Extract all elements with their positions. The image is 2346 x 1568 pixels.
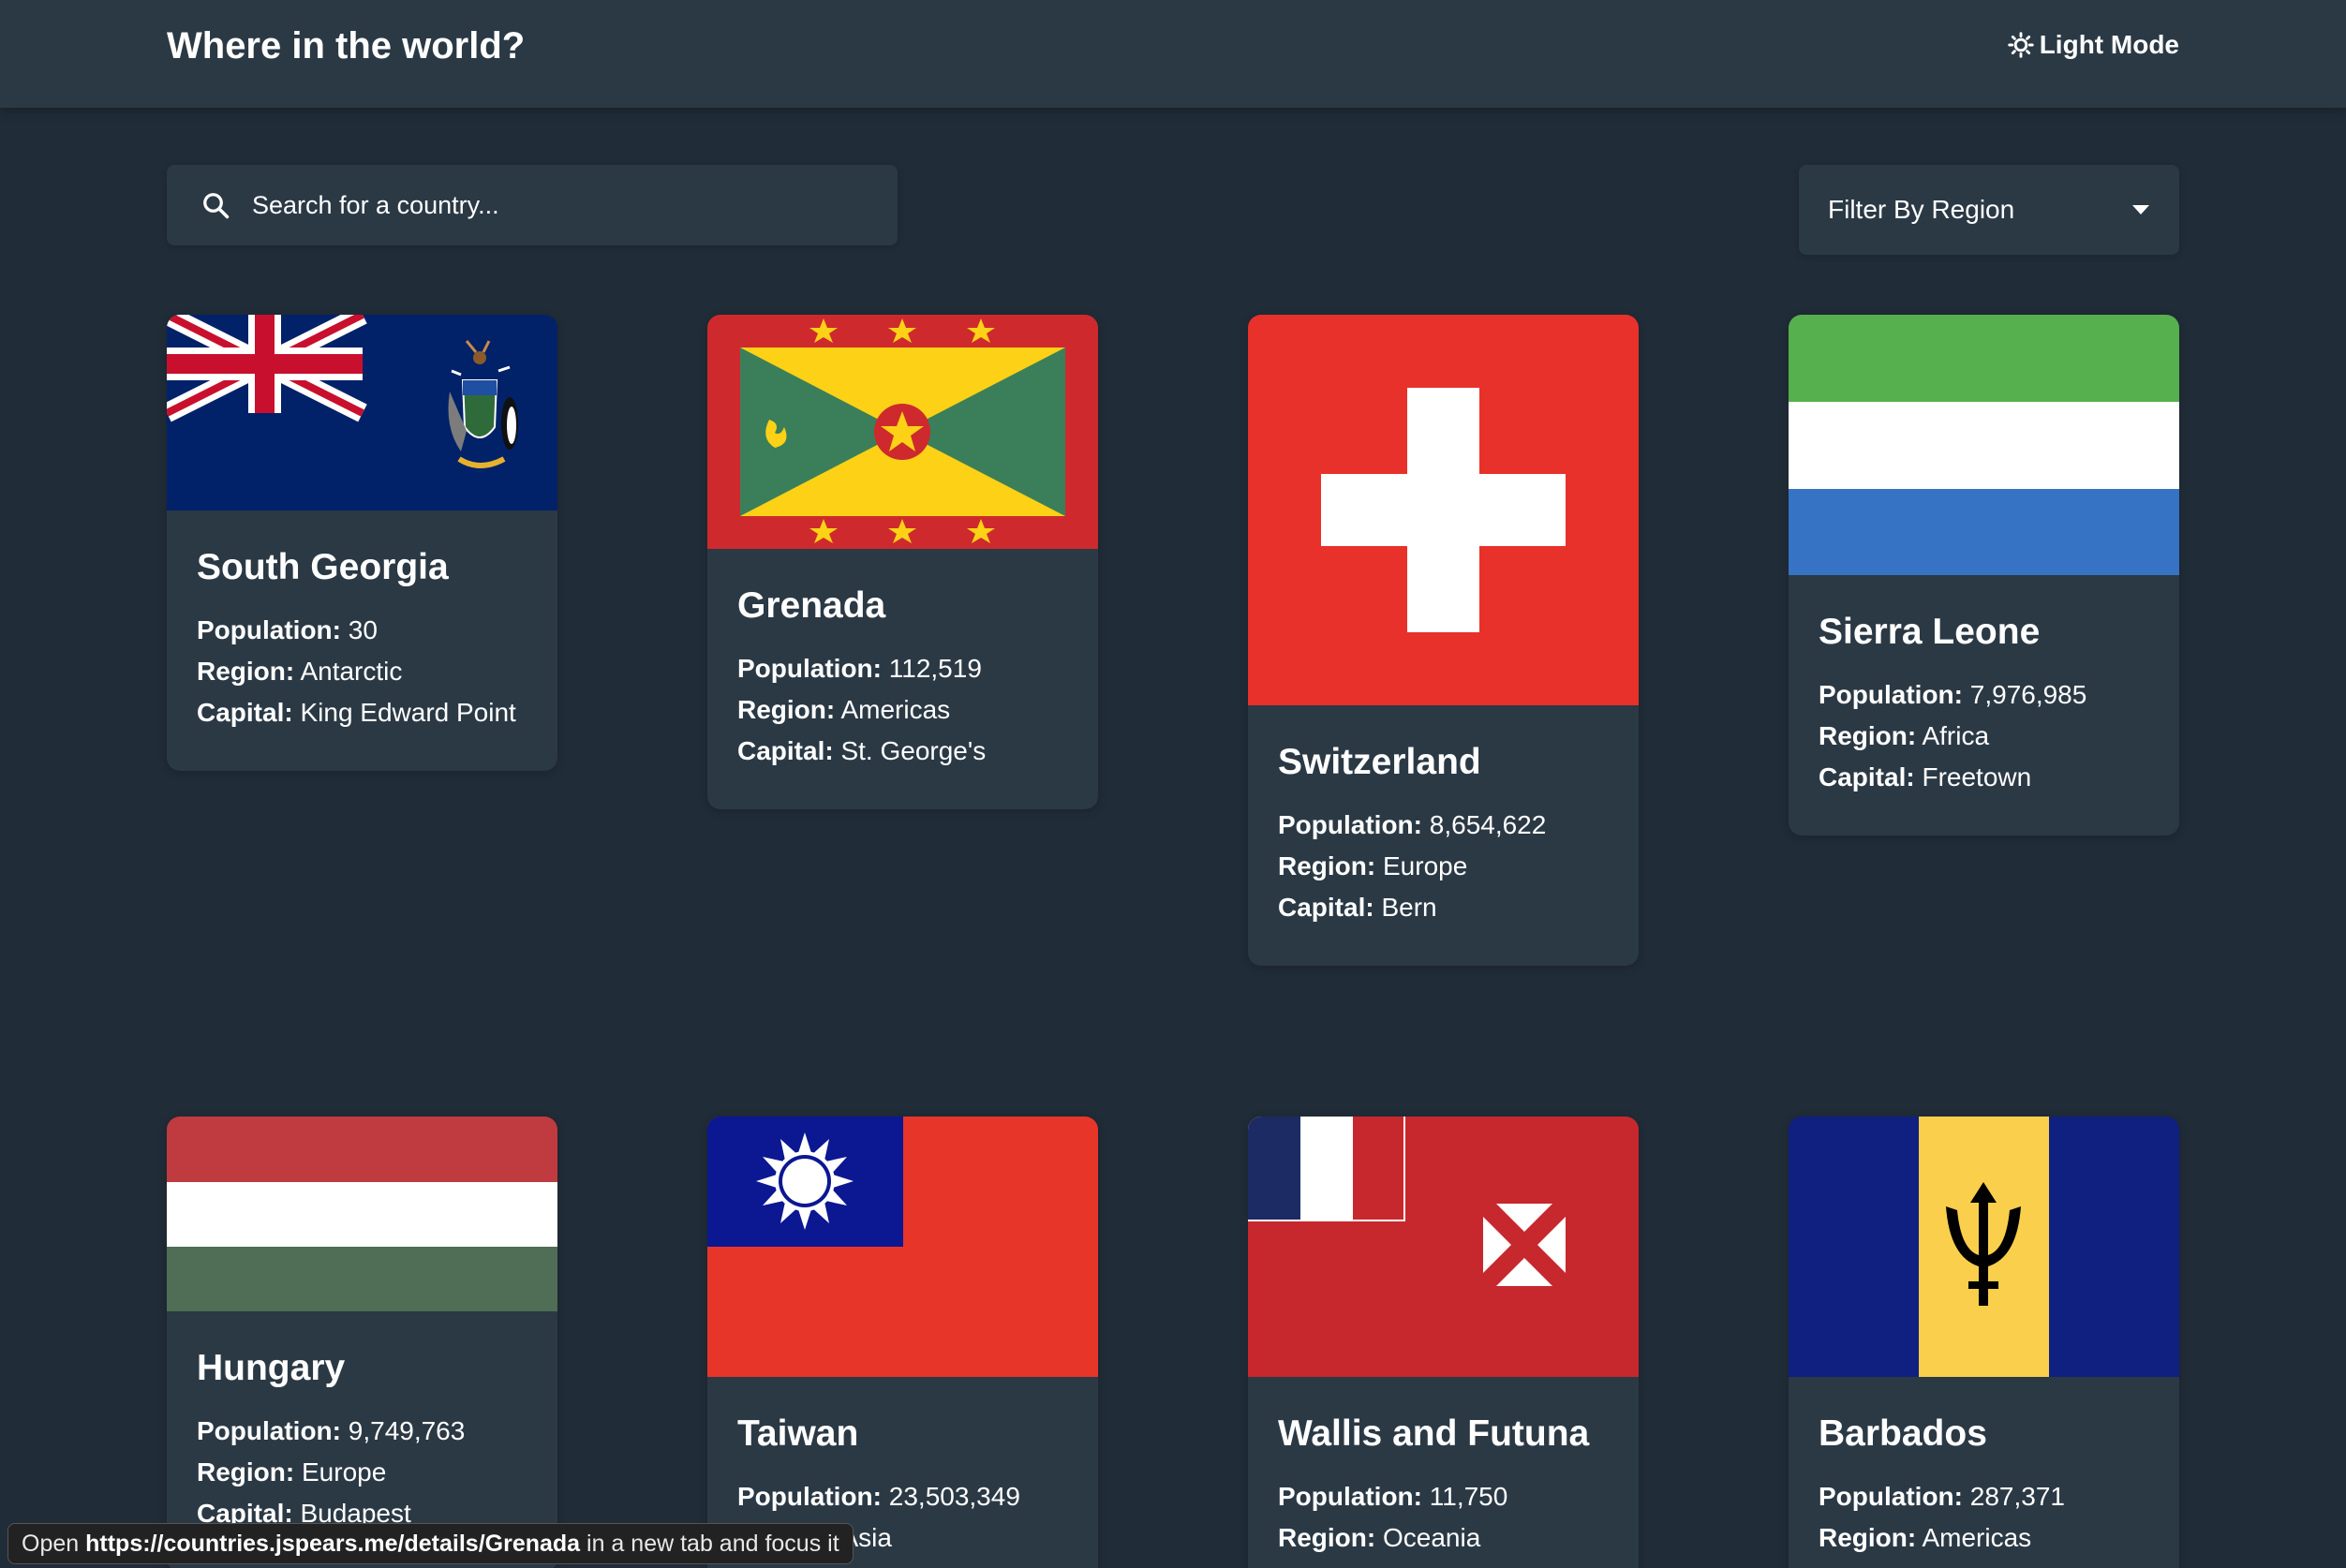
country-card-south-georgia[interactable]: South Georgia Population: 30 Region: Ant… [167, 315, 557, 771]
population-stat: Population: 30 [197, 615, 378, 644]
app-title: Where in the world? [167, 25, 526, 67]
caret-down-icon [2132, 205, 2149, 214]
theme-toggle-label: Light Mode [2039, 30, 2179, 59]
region-stat: Region: Antarctic [197, 657, 403, 686]
flag-taiwan [707, 1117, 1098, 1377]
country-card-hungary[interactable]: Hungary Population: 9,749,763 Region: Eu… [167, 1117, 557, 1568]
capital-stat: Capital: [1819, 1559, 2149, 1568]
country-name: South Georgia [197, 547, 449, 587]
country-name: Wallis and Futuna [1278, 1413, 1590, 1454]
flag-south-georgia [167, 315, 557, 510]
country-card-switzerland[interactable]: Switzerland Population: 8,654,622 Region… [1248, 315, 1639, 966]
theme-toggle-button[interactable]: Light Mode [2007, 28, 2179, 62]
flag-sierra-leone [1789, 315, 2179, 575]
population-stat: Population: 9,749,763 [197, 1416, 466, 1445]
region-stat: Region: Africa [1819, 721, 1990, 750]
search-box[interactable] [167, 165, 898, 245]
country-card-taiwan[interactable]: Taiwan Population: 23,503,349 Region: As… [707, 1117, 1098, 1568]
app-header: Where in the world? Light Mode [0, 0, 2346, 108]
region-filter-dropdown[interactable]: Filter By Region [1799, 165, 2179, 255]
country-name: Sierra Leone [1819, 612, 2041, 652]
flag-hungary [167, 1117, 557, 1311]
country-name: Switzerland [1278, 742, 1481, 782]
flag-grenada [707, 315, 1098, 549]
flag-barbados [1789, 1117, 2179, 1377]
capital-stat: Capital: [1278, 1559, 1609, 1568]
country-card-grenada[interactable]: Grenada Population: 112,519 Region: Amer… [707, 315, 1098, 809]
flag-switzerland [1248, 315, 1639, 705]
region-stat: Region: Americas [1819, 1523, 2032, 1552]
capital-stat: Capital: King Edward Point [197, 698, 516, 727]
region-stat: Region: Europe [197, 1457, 387, 1487]
capital-stat: Capital: Bern [1278, 893, 1437, 922]
population-stat: Population: 23,503,349 [737, 1482, 1020, 1511]
population-stat: Population: 7,976,985 [1819, 680, 2087, 709]
country-name: Hungary [197, 1348, 346, 1388]
country-name: Barbados [1819, 1413, 1987, 1454]
country-name: Grenada [737, 585, 886, 626]
region-stat: Region: Europe [1278, 851, 1468, 880]
sun-icon [2007, 32, 2034, 58]
country-card-barbados[interactable]: Barbados Population: 287,371 Region: Ame… [1789, 1117, 2179, 1568]
country-card-wallis-and-futuna[interactable]: Wallis and Futuna Population: 11,750 Reg… [1248, 1117, 1639, 1568]
search-input[interactable] [252, 190, 852, 220]
status-prefix: Open [22, 1531, 80, 1557]
population-stat: Population: 112,519 [737, 654, 982, 683]
region-stat: Region: Americas [737, 695, 951, 724]
country-name: Taiwan [737, 1413, 859, 1454]
search-icon [203, 193, 230, 219]
region-stat: Region: Oceania [1278, 1523, 1481, 1552]
region-filter-label: Filter By Region [1828, 195, 2015, 224]
population-stat: Population: 8,654,622 [1278, 810, 1547, 839]
capital-stat: Capital: Freetown [1819, 762, 2032, 791]
status-url: https://countries.jspears.me/details/Gre… [85, 1531, 581, 1557]
flag-wallis-and-futuna [1248, 1117, 1639, 1377]
population-stat: Population: 287,371 [1819, 1482, 2065, 1511]
capital-stat: Capital: St. George's [737, 736, 987, 765]
population-stat: Population: 11,750 [1278, 1482, 1508, 1511]
status-suffix: in a new tab and focus it [586, 1531, 839, 1557]
country-card-sierra-leone[interactable]: Sierra Leone Population: 7,976,985 Regio… [1789, 315, 2179, 836]
browser-status-bar: Open https://countries.jspears.me/detail… [7, 1523, 854, 1564]
